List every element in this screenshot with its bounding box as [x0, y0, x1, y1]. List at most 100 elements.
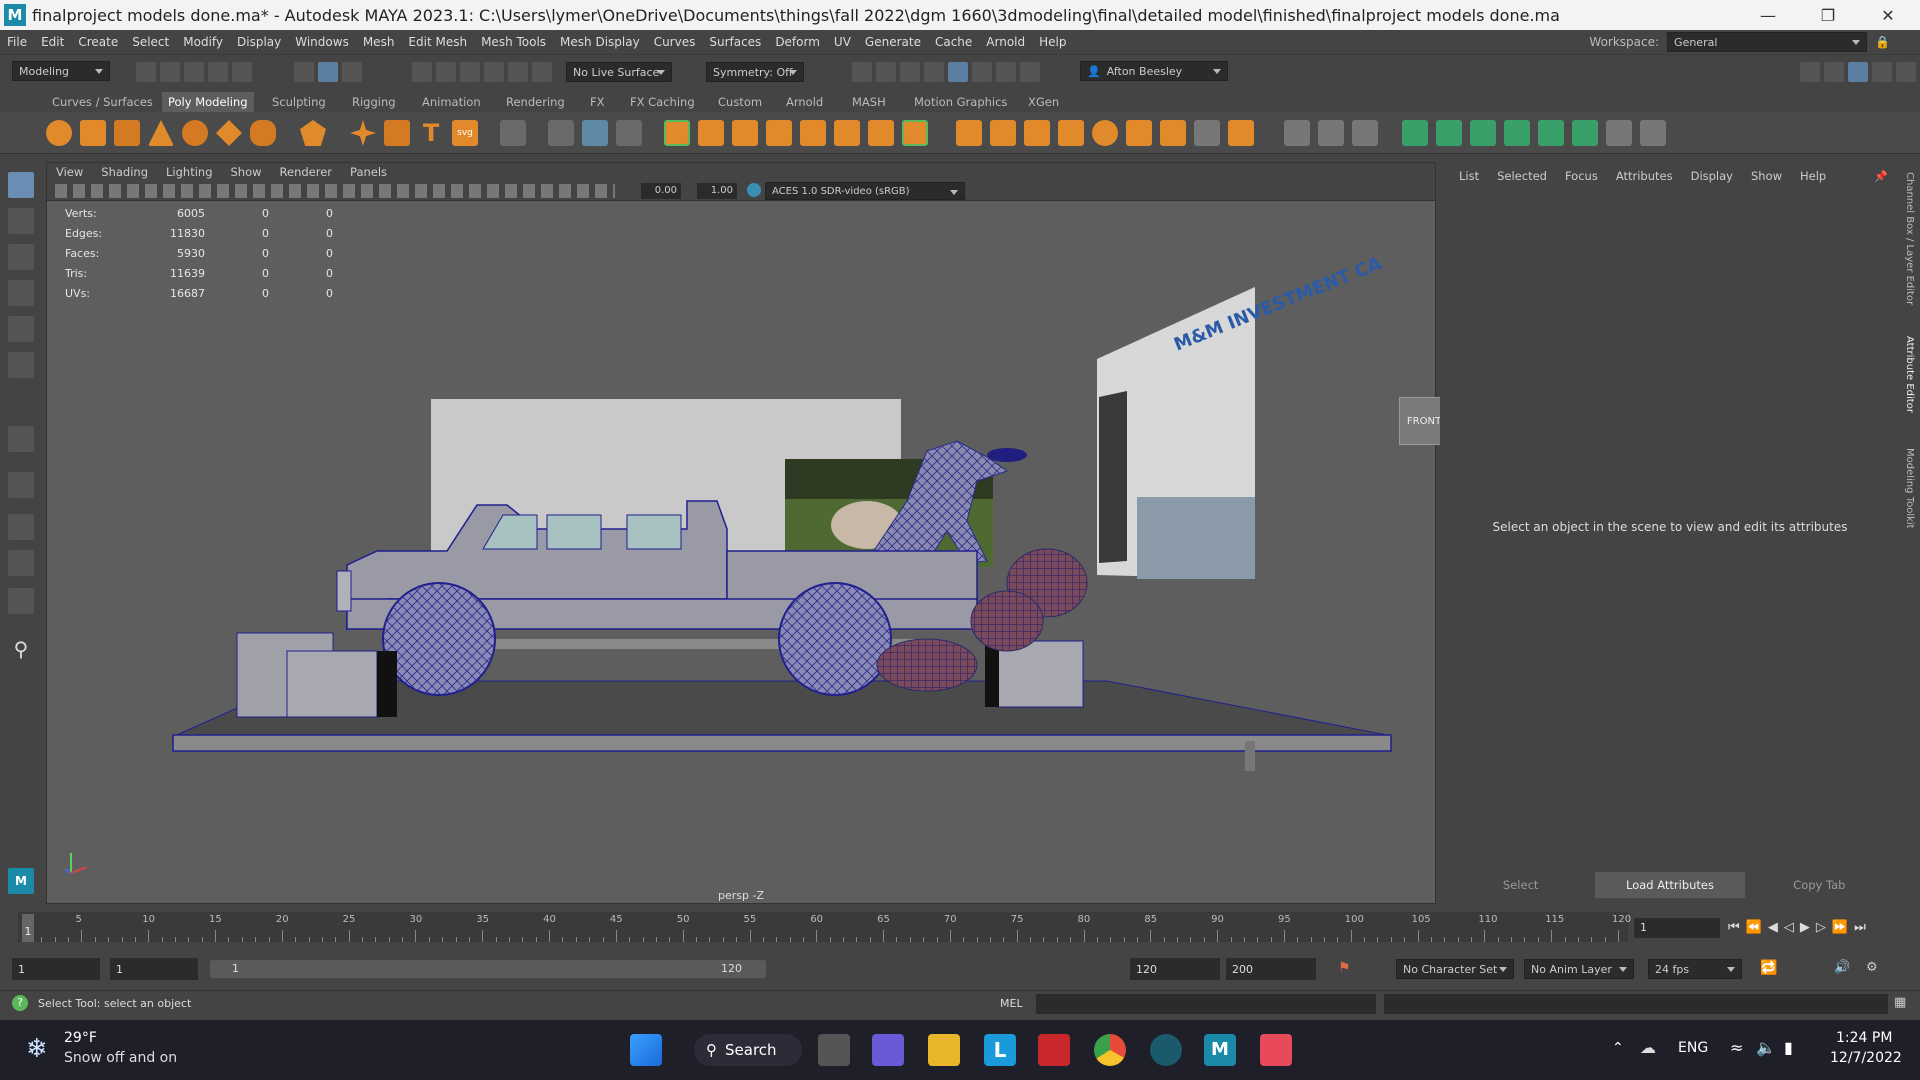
time-ruler[interactable]: 5 10 15 20 25 30 35 40 45 50 55 60 65 70 75 80 85 90 95 100… — [18, 912, 1631, 942]
tray-overflow-icon[interactable]: ⌃ — [1612, 1040, 1624, 1056]
volume-icon[interactable]: 🔈 — [1756, 1038, 1776, 1057]
poly-cylinder-icon[interactable] — [114, 120, 140, 146]
pin-icon[interactable]: 📌 — [1874, 170, 1888, 183]
ae-menu-help[interactable]: Help — [1791, 169, 1835, 183]
shelf-tab-motion-graphics[interactable]: Motion Graphics — [908, 92, 1013, 112]
new-scene-icon[interactable] — [136, 62, 156, 82]
tray-app-icon[interactable]: ☁ — [1640, 1038, 1656, 1057]
loop-icon[interactable]: 🔁 — [1760, 960, 1777, 976]
reduce-icon[interactable] — [766, 120, 792, 146]
step-forward-frame-icon[interactable]: ▷ — [1816, 920, 1826, 935]
file-explorer-icon[interactable] — [928, 1034, 960, 1066]
minimize-button[interactable]: — — [1740, 0, 1796, 30]
range-slider[interactable]: 1 120 — [210, 960, 766, 978]
smooth-icon[interactable] — [582, 120, 608, 146]
shelf-tab-sculpting[interactable]: Sculpting — [266, 92, 332, 112]
menu-modify[interactable]: Modify — [176, 35, 230, 49]
ae-menu-focus[interactable]: Focus — [1556, 169, 1607, 183]
live-surface-field[interactable]: No Live Surface — [566, 62, 672, 82]
select-hierarchy-icon[interactable] — [294, 62, 314, 82]
script-language-toggle[interactable]: MEL — [1000, 997, 1023, 1010]
close-button[interactable]: ✕ — [1860, 0, 1916, 30]
quad-draw-icon[interactable] — [1160, 120, 1186, 146]
lightshot-icon[interactable]: L — [984, 1034, 1016, 1066]
ae-menu-attributes[interactable]: Attributes — [1607, 169, 1682, 183]
remesh-icon[interactable] — [800, 120, 826, 146]
append-icon[interactable] — [990, 120, 1016, 146]
anim-layer-dropdown[interactable]: No Anim Layer — [1524, 959, 1634, 979]
snap-curve-icon[interactable] — [436, 62, 456, 82]
character-set-dropdown[interactable]: No Character Set — [1396, 959, 1514, 979]
panel-menu-panels[interactable]: Panels — [341, 165, 396, 179]
bridge-icon[interactable] — [956, 120, 982, 146]
task-view-icon[interactable] — [818, 1034, 850, 1066]
lock-icon[interactable]: 🔒 — [1875, 35, 1890, 49]
ae-menu-selected[interactable]: Selected — [1488, 169, 1556, 183]
search-icon[interactable]: ⚲ — [8, 636, 34, 662]
save-scene-icon[interactable] — [184, 62, 204, 82]
panel-menu-lighting[interactable]: Lighting — [157, 165, 221, 179]
single-perspective-icon[interactable] — [8, 472, 34, 498]
select-object-icon[interactable] — [318, 62, 338, 82]
render-settings-icon[interactable] — [900, 62, 920, 82]
ipr-render-icon[interactable] — [876, 62, 896, 82]
slide-edge-icon[interactable] — [1194, 120, 1220, 146]
separate-icon[interactable] — [548, 120, 574, 146]
menu-help[interactable]: Help — [1032, 35, 1073, 49]
connect-icon[interactable] — [1092, 120, 1118, 146]
shelf-tab-curves[interactable]: Curves / Surfaces — [46, 92, 159, 112]
panel-menu-shading[interactable]: Shading — [92, 165, 157, 179]
layout-uv-icon[interactable] — [1572, 120, 1598, 146]
playhead[interactable]: 1 — [22, 914, 34, 942]
collapse-icon[interactable] — [1126, 120, 1152, 146]
clock-time[interactable]: 1:24 PM — [1836, 1030, 1892, 1046]
menu-curves[interactable]: Curves — [647, 35, 703, 49]
preferences-icon[interactable]: ⚙ — [1866, 960, 1878, 975]
shelf-tab-arnold[interactable]: Arnold — [780, 92, 829, 112]
poly-sphere-icon[interactable] — [46, 120, 72, 146]
menu-edit-mesh[interactable]: Edit Mesh — [401, 35, 474, 49]
play-forward-icon[interactable]: ▶ — [1800, 920, 1810, 935]
side-tab-attribute-editor[interactable]: Attribute Editor — [1904, 336, 1915, 413]
go-to-end-icon[interactable]: ⏭ — [1854, 920, 1866, 935]
select-component-icon[interactable] — [342, 62, 362, 82]
select-tool-icon[interactable] — [8, 172, 34, 198]
rotate-tool-icon[interactable] — [8, 316, 34, 342]
shelf-tab-rigging[interactable]: Rigging — [346, 92, 402, 112]
insert-loop-icon[interactable] — [1318, 120, 1344, 146]
last-tool-icon[interactable] — [8, 426, 34, 452]
crease-icon[interactable] — [1284, 120, 1310, 146]
playback-end-field[interactable]: 120 — [1130, 958, 1220, 980]
ae-menu-list[interactable]: List — [1450, 169, 1488, 183]
two-view-icon[interactable] — [8, 550, 34, 576]
flip-icon[interactable] — [1228, 120, 1254, 146]
restore-button[interactable]: ❐ — [1800, 0, 1856, 30]
go-to-start-icon[interactable]: ⏮ — [1728, 920, 1740, 935]
poly-disc-icon[interactable] — [250, 120, 276, 146]
menu-display[interactable]: Display — [230, 35, 288, 49]
pause-icon[interactable] — [1020, 62, 1040, 82]
taskbar-search[interactable]: ⚲ Search — [694, 1034, 802, 1066]
menu-surfaces[interactable]: Surfaces — [702, 35, 768, 49]
menu-mesh-display[interactable]: Mesh Display — [553, 35, 647, 49]
panel-menu-show[interactable]: Show — [222, 165, 271, 179]
outliner-icon[interactable] — [8, 588, 34, 614]
battery-icon[interactable]: ▮ — [1784, 1038, 1793, 1057]
undo-icon[interactable] — [208, 62, 228, 82]
planar-map-icon[interactable] — [1436, 120, 1462, 146]
svg-icon[interactable]: svg — [452, 120, 478, 146]
snap-point-icon[interactable] — [460, 62, 480, 82]
scale-tool-icon[interactable] — [8, 352, 34, 378]
poly-cone-icon[interactable] — [148, 120, 174, 146]
render-view-icon[interactable] — [972, 62, 992, 82]
cut-uv-icon[interactable] — [1606, 120, 1632, 146]
weather-temp[interactable]: 29°F — [64, 1030, 97, 1046]
ae-load-attributes-button[interactable]: Load Attributes — [1595, 872, 1745, 898]
steam-icon[interactable] — [1150, 1034, 1182, 1066]
sew-uv-icon[interactable] — [1640, 120, 1666, 146]
retopo-icon[interactable] — [834, 120, 860, 146]
arnold-render-icon[interactable] — [948, 62, 968, 82]
spherical-map-icon[interactable] — [1504, 120, 1530, 146]
bevel-icon[interactable] — [902, 120, 928, 146]
3d-scene-canvas[interactable]: M&M INVESTMENT CA — [47, 201, 1435, 903]
